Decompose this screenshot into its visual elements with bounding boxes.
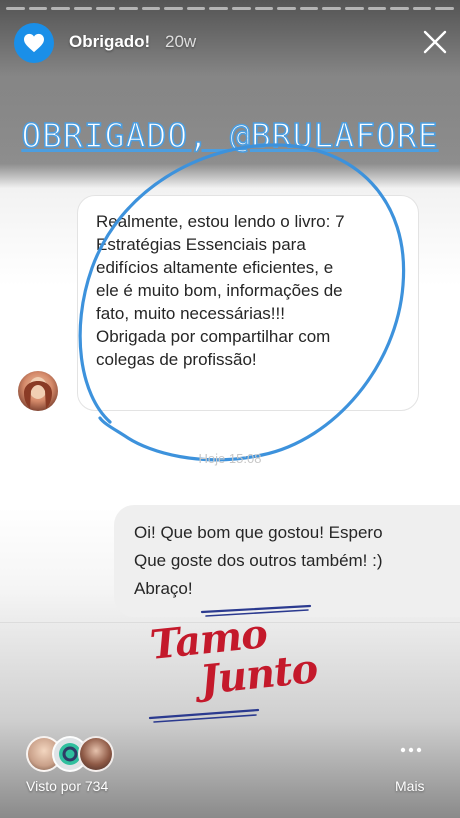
message-line: Obrigada por compartilhar com (96, 327, 331, 346)
seen-by-count[interactable]: Visto por 734 (26, 778, 108, 794)
highlight-title[interactable]: Obrigado! (69, 32, 150, 52)
highlight-avatar[interactable] (14, 23, 54, 63)
message-timestamp: Hoje 15:08 (198, 451, 262, 466)
message-line: fato, muito necessárias!!! (96, 304, 285, 323)
message-line: Estratégias Essenciais para (96, 235, 306, 254)
message-line: Oi! Que bom que gostou! Espero (134, 523, 383, 542)
top-gradient (0, 0, 460, 190)
close-button[interactable] (420, 27, 450, 57)
more-button[interactable]: Mais (395, 778, 425, 794)
message-line: Que goste dos outros também! :) (134, 551, 383, 570)
more-dots-icon[interactable] (400, 745, 422, 755)
viewer-avatar (78, 736, 114, 772)
message-line: edifícios altamente eficientes, e (96, 258, 334, 277)
close-icon (423, 30, 447, 54)
sender-avatar (18, 371, 58, 411)
story-canvas[interactable]: Obrigado! 20w OBRIGADO, @BRULAFORE Realm… (0, 0, 460, 818)
post-time: 20w (165, 32, 197, 51)
story-headline: OBRIGADO, @BRULAFORE (21, 115, 439, 156)
message-line: ele é muito bom, informações de (96, 281, 343, 300)
progress-bar (6, 7, 454, 10)
heart-icon (24, 33, 44, 53)
incoming-message-bubble: Realmente, estou lendo o livro: 7 Estrat… (77, 195, 419, 411)
viewer-avatars[interactable] (26, 736, 116, 772)
message-line: Realmente, estou lendo o livro: 7 (96, 212, 345, 231)
message-line: colegas de profissão! (96, 350, 257, 369)
